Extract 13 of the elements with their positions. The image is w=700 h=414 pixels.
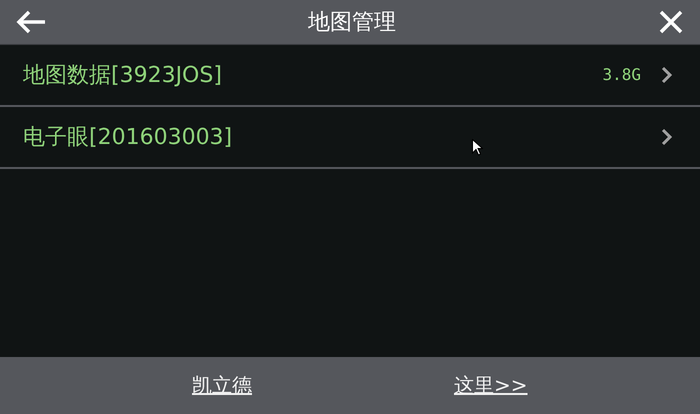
chevron-right-icon <box>661 66 672 84</box>
item-label: 电子眼[201603003] <box>23 124 232 152</box>
close-icon <box>659 10 683 34</box>
footer-link[interactable]: 凯立德 <box>192 370 252 400</box>
window-title: 地图管理 <box>308 8 396 36</box>
chevron-right-icon <box>661 128 672 146</box>
back-icon <box>15 10 47 34</box>
item-label: 地图数据[3923JOS] <box>23 62 222 90</box>
list-item[interactable]: 地图数据[3923JOS] 3.8G <box>0 45 700 107</box>
item-value: 3.8G <box>602 64 641 86</box>
list-item[interactable]: 电子眼[201603003] <box>0 107 700 169</box>
footer-link[interactable]: 这里>> <box>454 370 528 400</box>
mouse-cursor-icon <box>472 139 483 156</box>
